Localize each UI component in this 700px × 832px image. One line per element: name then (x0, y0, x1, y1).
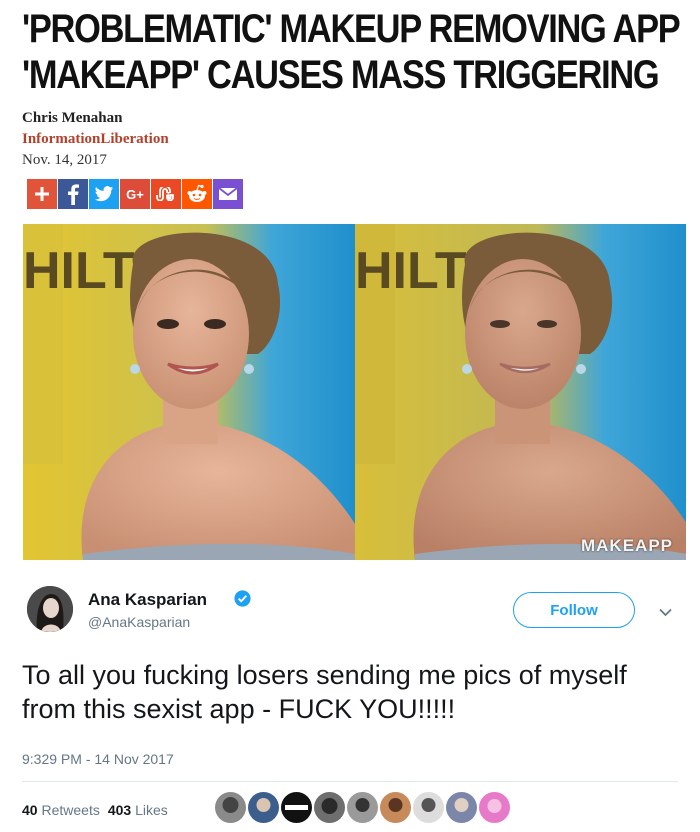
email-icon[interactable] (213, 179, 243, 209)
tweet-stats: 40 Retweets 403 Likes (22, 802, 168, 818)
article-author[interactable]: Chris Menahan (22, 110, 122, 127)
likes-stat[interactable]: 403 Likes (108, 802, 168, 818)
tweet-text: To all you fucking losers sending me pic… (22, 660, 627, 724)
google-plus-icon[interactable]: G+ (120, 179, 150, 209)
photo-with-makeup: HILT (23, 224, 355, 560)
backdrop-text: HILT (355, 242, 467, 300)
avatar[interactable] (479, 792, 510, 823)
comparison-photos: HILT HILT MAKEAPP (23, 224, 686, 560)
retweets-stat[interactable]: 40 Retweets (22, 802, 100, 818)
article-headline: 'PROBLEMATIC' MAKEUP REMOVING APP 'MAKEA… (22, 6, 681, 98)
reddit-icon[interactable] (182, 179, 212, 209)
share-add-icon[interactable] (27, 179, 57, 209)
tweet-timestamp[interactable]: 9:329 PM - 14 Nov 2017 (22, 751, 174, 767)
retweets-count: 40 (22, 802, 38, 818)
avatar[interactable] (446, 792, 477, 823)
divider (22, 781, 678, 782)
retweets-label: Retweets (41, 802, 100, 818)
backdrop-text: HILT (23, 242, 135, 300)
photo-without-makeup: HILT MAKEAPP (355, 224, 686, 560)
likes-label: Likes (135, 802, 168, 818)
likes-count: 403 (107, 802, 132, 818)
facebook-icon[interactable] (58, 179, 88, 209)
avatar[interactable] (215, 792, 246, 823)
share-buttons: G+ (27, 179, 243, 209)
avatar[interactable] (248, 792, 279, 823)
headline-line-2: 'MAKEAPP' CAUSES MASS TRIGGERING (22, 53, 660, 97)
twitter-icon[interactable] (89, 179, 119, 209)
article-outlet[interactable]: InformationLiberation (22, 131, 169, 148)
verified-badge-icon (234, 590, 251, 612)
avatar[interactable] (27, 586, 73, 632)
user-handle[interactable]: @AnaKasparian (88, 614, 190, 630)
article-date: Nov. 14, 2017 (22, 152, 107, 168)
headline-line-1: 'PROBLEMATIC' MAKEUP REMOVING APP (22, 7, 681, 51)
stumbleupon-icon[interactable] (151, 179, 181, 209)
avatar[interactable] (413, 792, 444, 823)
avatar[interactable] (314, 792, 345, 823)
liker-avatars (215, 792, 510, 823)
tweet-card: Ana Kasparian @AnaKasparian Follow To al… (0, 566, 700, 832)
user-display-name[interactable]: Ana Kasparian (88, 590, 207, 610)
avatar[interactable] (281, 792, 312, 823)
avatar[interactable] (347, 792, 378, 823)
avatar[interactable] (380, 792, 411, 823)
makeapp-watermark: MAKEAPP (580, 536, 673, 555)
chevron-down-icon[interactable] (659, 604, 672, 622)
follow-button[interactable]: Follow (513, 592, 635, 628)
